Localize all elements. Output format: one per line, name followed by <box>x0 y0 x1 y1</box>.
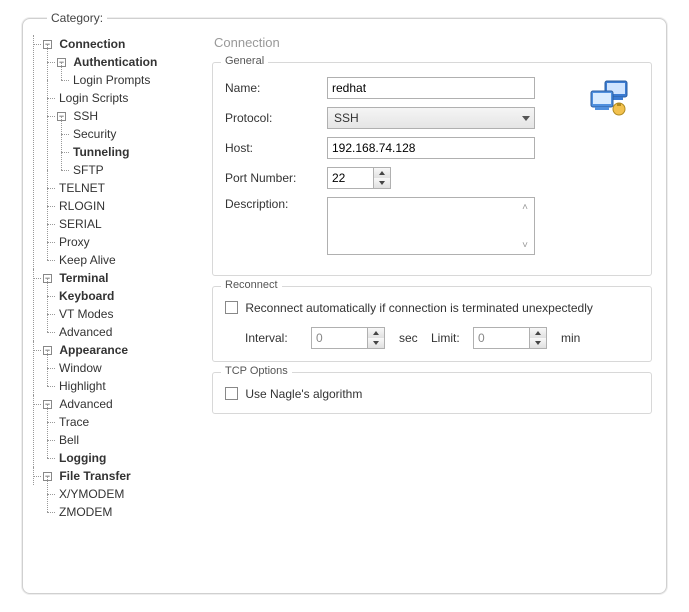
tree-window[interactable]: Window <box>57 361 102 375</box>
caret-up-icon <box>379 171 385 175</box>
tree-terminal[interactable]: Terminal <box>57 271 108 285</box>
name-label: Name: <box>225 81 327 95</box>
tree-rlogin[interactable]: RLOGIN <box>57 199 105 213</box>
dialog-frame: Category: − Connection − Authentication … <box>0 0 689 612</box>
tree-serial[interactable]: SERIAL <box>57 217 102 231</box>
tree-bell[interactable]: Bell <box>57 433 79 447</box>
tree-connection[interactable]: Connection <box>57 37 125 51</box>
panel-title: Connection <box>212 31 652 56</box>
scroll-down-icon[interactable]: ˅ <box>518 238 532 252</box>
port-spin-up[interactable] <box>374 168 390 178</box>
tree-appearance[interactable]: Appearance <box>57 343 128 357</box>
caret-down-icon <box>535 341 541 345</box>
general-legend: General <box>221 55 268 67</box>
tree-logging[interactable]: Logging <box>57 451 106 465</box>
computers-icon <box>587 79 631 119</box>
nagle-checkbox[interactable] <box>225 387 238 400</box>
reconnect-group: Reconnect Reconnect automatically if con… <box>212 286 652 362</box>
port-label: Port Number: <box>225 171 327 185</box>
scroll-up-icon[interactable]: ˄ <box>518 200 532 214</box>
tree-highlight[interactable]: Highlight <box>57 379 106 393</box>
tcp-group: TCP Options Use Nagle's algorithm <box>212 372 652 414</box>
tcp-legend: TCP Options <box>221 365 292 377</box>
interval-spin-down[interactable] <box>368 338 384 348</box>
reconnect-auto-label: Reconnect automatically if connection is… <box>245 301 593 315</box>
caret-down-icon <box>373 341 379 345</box>
protocol-value: SSH <box>334 111 359 125</box>
tree-proxy[interactable]: Proxy <box>57 235 90 249</box>
tree-keep-alive[interactable]: Keep Alive <box>57 253 116 267</box>
limit-spin-down[interactable] <box>530 338 546 348</box>
protocol-select[interactable]: SSH <box>327 107 535 129</box>
tree-security[interactable]: Security <box>71 127 116 141</box>
port-input[interactable] <box>327 167 373 189</box>
tree-authentication[interactable]: Authentication <box>71 55 157 69</box>
tree-advanced-terminal[interactable]: Advanced <box>57 325 112 339</box>
host-label: Host: <box>225 141 327 155</box>
general-group: General Name: Protocol: <box>212 62 652 276</box>
tree-vt-modes[interactable]: VT Modes <box>57 307 113 321</box>
tree-file-transfer[interactable]: File Transfer <box>57 469 130 483</box>
settings-container: Category: − Connection − Authentication … <box>22 18 667 594</box>
host-input[interactable] <box>327 137 535 159</box>
tree-xymodem[interactable]: X/YMODEM <box>57 487 124 501</box>
limit-input[interactable] <box>473 327 529 349</box>
tree-advanced[interactable]: Advanced <box>57 397 112 411</box>
tree-telnet[interactable]: TELNET <box>57 181 105 195</box>
tree-trace[interactable]: Trace <box>57 415 89 429</box>
caret-down-icon <box>379 181 385 185</box>
protocol-label: Protocol: <box>225 111 327 125</box>
tree-zmodem[interactable]: ZMODEM <box>57 505 112 519</box>
interval-spin-up[interactable] <box>368 328 384 338</box>
tree-keyboard[interactable]: Keyboard <box>57 289 114 303</box>
chevron-down-icon <box>522 116 530 121</box>
category-tree[interactable]: − Connection − Authentication Login Prom… <box>37 29 202 579</box>
interval-input[interactable] <box>311 327 367 349</box>
reconnect-legend: Reconnect <box>221 279 282 291</box>
tree-login-prompts[interactable]: Login Prompts <box>71 73 150 87</box>
tree-sftp[interactable]: SFTP <box>71 163 104 177</box>
tree-tunneling[interactable]: Tunneling <box>71 145 129 159</box>
layout: − Connection − Authentication Login Prom… <box>23 19 666 593</box>
limit-label: Limit: <box>431 331 473 345</box>
caret-up-icon <box>535 331 541 335</box>
limit-spin-up[interactable] <box>530 328 546 338</box>
name-input[interactable] <box>327 77 535 99</box>
connection-panel: Connection General Name: <box>202 29 652 579</box>
description-label: Description: <box>225 197 327 211</box>
interval-unit: sec <box>391 331 431 345</box>
description-input[interactable]: ˄ ˅ <box>327 197 535 255</box>
tree-login-scripts[interactable]: Login Scripts <box>57 91 128 105</box>
category-label: Category: <box>47 11 107 25</box>
tree-ssh[interactable]: SSH <box>71 109 98 123</box>
nagle-label: Use Nagle's algorithm <box>245 387 362 401</box>
limit-unit: min <box>553 331 580 345</box>
interval-label: Interval: <box>245 331 311 345</box>
caret-up-icon <box>373 331 379 335</box>
reconnect-auto-checkbox[interactable] <box>225 301 238 314</box>
port-spin-down[interactable] <box>374 178 390 188</box>
